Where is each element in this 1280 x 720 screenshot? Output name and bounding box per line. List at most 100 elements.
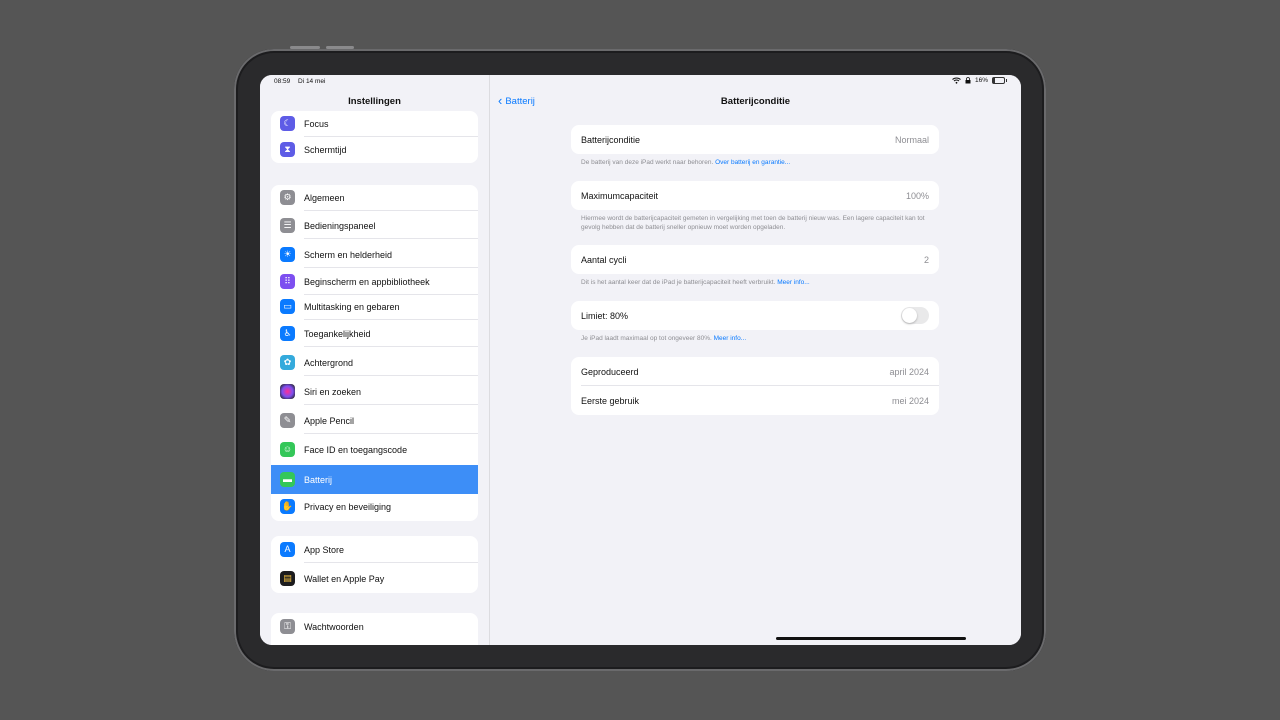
- sidebar-item-label: App Store: [304, 545, 345, 555]
- first-use-label: Eerste gebruik: [581, 396, 640, 406]
- sidebar-item-label: Siri en zoeken: [304, 387, 362, 397]
- multitasking-icon: ▭: [280, 299, 295, 314]
- face-id-icon: ☺: [280, 442, 295, 457]
- sun-icon: ☀: [280, 247, 295, 262]
- moon-icon: ☾: [280, 116, 295, 131]
- hourglass-icon: ⧗: [280, 142, 295, 157]
- key-icon: ⚿: [280, 619, 295, 634]
- hand-icon: ✋: [280, 499, 295, 514]
- top-button: [290, 46, 320, 49]
- row-divider: [304, 210, 478, 211]
- sidebar-item-multitasking[interactable]: ▭ Multitasking en gebaren: [271, 294, 478, 320]
- sidebar-group-focus: ☾ Focus ⧗ Schermtijd: [271, 111, 478, 163]
- sidebar-item-bedieningspaneel[interactable]: ☰ Bedieningspaneel: [271, 213, 478, 239]
- flower-icon: ✿: [280, 355, 295, 370]
- row-divider: [304, 267, 478, 268]
- capacity-label: Maximumcapaciteit: [581, 191, 659, 201]
- sidebar-item-label: Beginscherm en appbibliotheek: [304, 277, 430, 287]
- home-grid-icon: ⠿: [280, 274, 295, 289]
- limit-toggle[interactable]: [901, 307, 929, 324]
- lock-rotation-icon: [965, 77, 971, 84]
- sidebar-item-label: Algemeen: [304, 193, 345, 203]
- sidebar-item-label: Achtergrond: [304, 358, 354, 368]
- sidebar-item-algemeen[interactable]: ⚙ Algemeen: [271, 185, 478, 211]
- sidebar-item-label: Scherm en helderheid: [304, 250, 393, 260]
- sidebar-group-store: A App Store ▤ Wallet en Apple Pay: [271, 536, 478, 593]
- condition-footer: De batterij van deze iPad werkt naar beh…: [581, 158, 931, 167]
- sidebar-item-app-store[interactable]: A App Store: [271, 537, 478, 563]
- sidebar-item-apple-pencil[interactable]: ✎ Apple Pencil: [271, 408, 478, 434]
- row-divider: [304, 404, 478, 405]
- app-store-icon: A: [280, 542, 295, 557]
- sidebar-item-label: Face ID en toegangscode: [304, 445, 408, 455]
- limit-more-info-link[interactable]: Meer info...: [714, 335, 747, 342]
- page-title: Batterijconditie: [720, 96, 791, 107]
- row-divider: [304, 319, 478, 320]
- sidebar-item-privacy[interactable]: ✋ Privacy en beveiliging: [271, 494, 478, 520]
- row-divider: [304, 375, 478, 376]
- sidebar-item-focus[interactable]: ☾ Focus: [271, 111, 478, 137]
- row-divider: [304, 238, 478, 239]
- sidebar-item-label: Multitasking en gebaren: [304, 302, 400, 312]
- status-date: Di 14 mei: [298, 78, 326, 85]
- cycles-card: Aantal cycli 2: [571, 245, 939, 274]
- warranty-link[interactable]: Over batterij en garantie...: [715, 159, 790, 166]
- sidebar-group-general: ⚙ Algemeen ☰ Bedieningspaneel ☀ Scherm e…: [271, 185, 478, 521]
- settings-sidebar: Instellingen ☾ Focus ⧗ Schermtijd ⚙ Alge…: [260, 75, 490, 645]
- limit-footer: Je iPad laadt maximaal op tot ongeveer 8…: [581, 334, 931, 343]
- capacity-footer: Hiermee wordt de batterijcapaciteit geme…: [581, 215, 925, 231]
- sidebar-item-face-id[interactable]: ☺ Face ID en toegangscode: [271, 437, 478, 463]
- battery-percentage: 16%: [974, 77, 988, 84]
- condition-label: Batterijconditie: [581, 135, 641, 145]
- volume-button: [326, 46, 354, 49]
- sidebar-item-scherm-en-helderheid[interactable]: ☀ Scherm en helderheid: [271, 242, 478, 268]
- limit-card: Limiet: 80%: [571, 301, 939, 330]
- home-indicator[interactable]: [776, 637, 966, 640]
- limit-label: Limiet: 80%: [581, 311, 629, 321]
- sidebar-item-batterij[interactable]: ▬ Batterij: [271, 465, 478, 494]
- cycles-footer-text: Dit is het aantal keer dat de iPad je ba…: [581, 279, 776, 286]
- sidebar-item-beginscherm[interactable]: ⠿ Beginscherm en appbibliotheek: [271, 269, 478, 295]
- wallet-icon: ▤: [280, 571, 295, 586]
- cycles-value: 2: [923, 255, 929, 265]
- capacity-card: Maximumcapaciteit 100%: [571, 181, 939, 210]
- limit-row: Limiet: 80%: [571, 301, 939, 330]
- battery-health-panel: ‹ Batterij Batterijconditie Batterijcond…: [490, 75, 1021, 645]
- capacity-value: 100%: [905, 191, 929, 201]
- siri-icon: [280, 384, 295, 399]
- sidebar-item-wallet[interactable]: ▤ Wallet en Apple Pay: [271, 566, 478, 592]
- battery-level-fill: [993, 78, 995, 83]
- row-divider: [304, 433, 478, 434]
- condition-row: Batterijconditie Normaal: [571, 125, 939, 154]
- first-use-value: mei 2024: [891, 396, 929, 406]
- status-time: 08:59: [274, 78, 291, 85]
- sidebar-item-schermtijd[interactable]: ⧗ Schermtijd: [271, 137, 478, 163]
- sidebar-item-label: Schermtijd: [304, 145, 347, 155]
- condition-footer-text: De batterij van deze iPad werkt naar beh…: [581, 159, 714, 166]
- limit-footer-text: Je iPad laadt maximaal op tot ongeveer 8…: [581, 335, 712, 342]
- row-divider: [304, 562, 478, 563]
- sidebar-item-label: Batterij: [304, 475, 333, 485]
- toggle-knob: [902, 308, 917, 323]
- cycles-more-info-link[interactable]: Meer info...: [777, 279, 810, 286]
- sidebar-item-wachtwoorden[interactable]: ⚿ Wachtwoorden: [271, 614, 478, 640]
- sidebar-item-toegankelijkheid[interactable]: ♿ Toegankelijkheid: [271, 321, 478, 347]
- sidebar-item-label: Privacy en beveiliging: [304, 502, 392, 512]
- sidebar-group-passwords: ⚿ Wachtwoorden: [271, 613, 478, 645]
- sidebar-item-label: Apple Pencil: [304, 416, 355, 426]
- sidebar-item-label: Bedieningspaneel: [304, 221, 376, 231]
- cycles-row: Aantal cycli 2: [571, 245, 939, 274]
- sidebar-item-achtergrond[interactable]: ✿ Achtergrond: [271, 350, 478, 376]
- sidebar-item-siri-en-zoeken[interactable]: Siri en zoeken: [271, 379, 478, 405]
- cycles-label: Aantal cycli: [581, 255, 627, 265]
- condition-value: Normaal: [894, 135, 929, 145]
- dates-card: Geproduceerd april 2024 Eerste gebruik m…: [571, 357, 939, 415]
- pencil-icon: ✎: [280, 413, 295, 428]
- manufactured-row: Geproduceerd april 2024: [571, 357, 939, 386]
- battery-icon: [992, 77, 1007, 84]
- control-center-icon: ☰: [280, 218, 295, 233]
- gear-icon: ⚙: [280, 190, 295, 205]
- cycles-footer: Dit is het aantal keer dat de iPad je ba…: [581, 278, 931, 287]
- sidebar-item-label: Wachtwoorden: [304, 622, 364, 632]
- ipad-screen: 08:59 Di 14 mei 16% Instellingen ☾ Focus: [260, 75, 1021, 645]
